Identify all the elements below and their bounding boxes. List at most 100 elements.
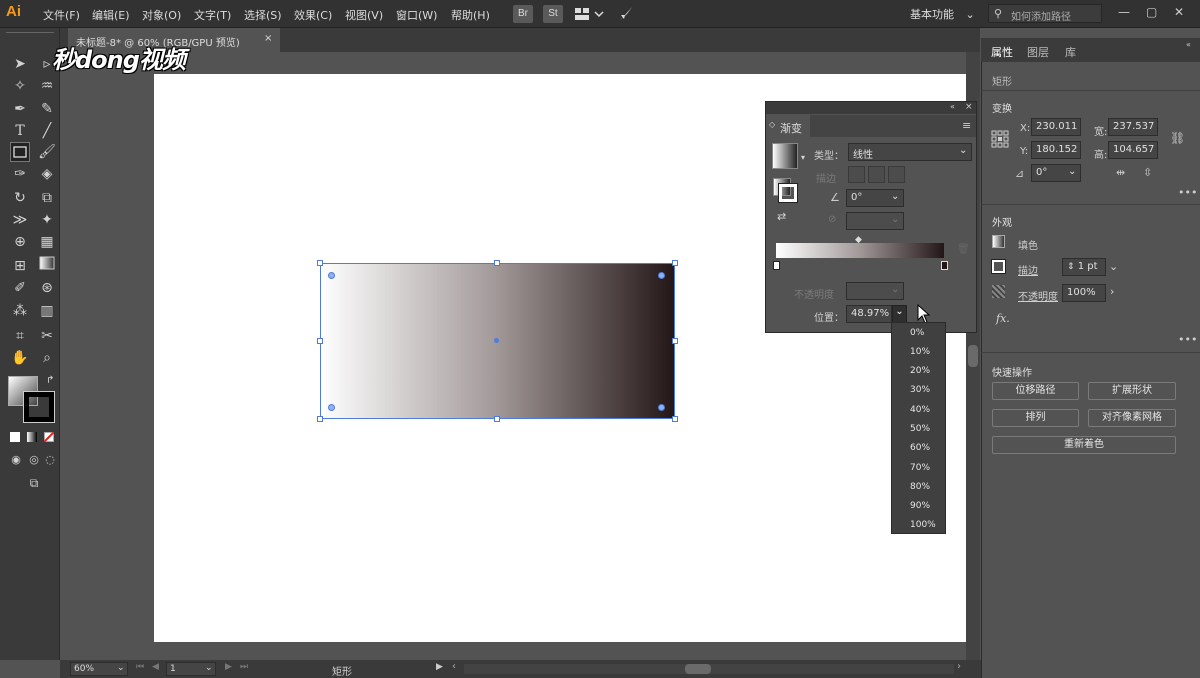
hand-tool-icon[interactable]: ✋ [10,348,30,368]
shape-builder-tool-icon[interactable]: ⊕ [10,232,30,252]
width-tool-icon[interactable]: ≫ [10,210,30,230]
type-select[interactable]: 线性 ⌄ [848,143,972,161]
mesh-tool-icon[interactable]: ⊞ [10,256,30,276]
recolor-button[interactable]: 重新着色 [992,436,1176,454]
type-tool-icon[interactable]: T [10,121,30,141]
scroll-left-icon[interactable]: ‹ [452,661,456,672]
stroke-gradient-icon[interactable] [778,183,798,203]
fill-swatch-small[interactable] [992,235,1005,248]
expand-shape-button[interactable]: 扩展形状 [1088,382,1176,400]
gradient-mode-icon[interactable] [27,432,37,442]
more-options-icon[interactable]: ••• [1178,333,1197,346]
workspace-switcher[interactable]: 基本功能 ⌄ [910,6,975,22]
panel-menu-icon[interactable]: ≡ [962,119,971,132]
rotate-field[interactable]: 0° ⌄ [1031,164,1081,182]
eraser-tool-icon[interactable]: ◈ [37,164,57,184]
gradient-preview-swatch[interactable] [772,143,798,169]
column-graph-tool-icon[interactable]: ▥ [37,301,57,321]
minimize-icon[interactable]: — [1118,5,1130,19]
line-tool-icon[interactable]: ╱ [37,121,57,141]
location-dropdown-button[interactable]: ⌄ [892,305,907,323]
panel-header-bar[interactable]: « × [766,102,976,114]
flip-horizontal-icon[interactable]: ⇹ [1116,166,1125,179]
stroke-weight-field[interactable]: ⇕ 1 pt [1062,258,1106,276]
collapse-panel-icon[interactable]: « [950,102,955,111]
swap-fill-stroke-icon[interactable]: ↱ [46,375,54,386]
dropdown-option[interactable]: 10% [910,347,930,357]
tab-libraries[interactable]: 库 [1065,44,1076,60]
corner-widget-br[interactable] [658,404,665,411]
resize-handle-r[interactable] [672,338,678,344]
curvature-tool-icon[interactable]: ✎ [37,99,57,119]
collapse-panel-icon[interactable]: « [1186,40,1191,49]
dropdown-option[interactable]: 50% [910,424,930,434]
symbol-sprayer-tool-icon[interactable]: ⁂ [10,301,30,321]
width-field[interactable]: 237.537 [1108,118,1158,136]
flip-vertical-icon[interactable]: ⇳ [1143,166,1152,179]
zoom-field[interactable]: 60% ⌄ [70,662,128,676]
screen-mode-icon[interactable]: ⧉ [24,473,44,493]
close-panel-icon[interactable]: × [965,102,973,112]
gradient-tool-icon[interactable] [37,256,57,276]
angle-field[interactable]: 0° ⌄ [846,189,904,207]
fx-icon[interactable]: fx. [996,312,1010,325]
search-input[interactable]: ⚲ 如何添加路径 [988,4,1102,23]
rocket-icon[interactable] [617,5,635,23]
dropdown-option[interactable]: 30% [910,385,930,395]
corner-widget-tr[interactable] [658,272,665,279]
puppet-warp-tool-icon[interactable]: ✦ [37,210,57,230]
height-field[interactable]: 104.657 [1108,141,1158,159]
arrange-documents-icon[interactable] [574,6,604,22]
arrange-button[interactable]: 排列 [992,409,1079,427]
gradient-swatch-dropdown-icon[interactable]: ▾ [801,153,805,162]
pen-tool-icon[interactable]: ✒ [10,99,30,119]
status-menu-icon[interactable]: ▶ [436,662,443,672]
none-mode-icon[interactable] [44,432,54,442]
next-artboard-icon[interactable]: ▶ [225,662,232,672]
resize-handle-b[interactable] [494,416,500,422]
stroke-swatch[interactable] [23,391,55,423]
opacity-label[interactable]: 不透明度 [1018,288,1058,303]
constrain-proportions-icon[interactable]: ⛓ [1170,131,1185,145]
resize-handle-br[interactable] [672,416,678,422]
corner-widget-bl[interactable] [328,404,335,411]
dropdown-option[interactable]: 0% [910,328,924,338]
align-to-pixel-grid-button[interactable]: 对齐像素网格 [1088,409,1176,427]
vertical-scroll-thumb[interactable] [968,345,978,367]
menu-object[interactable]: 对象(O) [142,7,181,23]
tab-properties[interactable]: 属性 [991,44,1013,60]
corner-widget-tl[interactable] [328,272,335,279]
menu-edit[interactable]: 编辑(E) [92,7,130,23]
shaper-tool-icon[interactable]: ✑ [10,164,30,184]
menu-effect[interactable]: 效果(C) [294,7,332,23]
chevron-down-icon[interactable]: ⌄ [1109,260,1118,273]
blend-tool-icon[interactable]: ⊛ [37,278,57,298]
close-icon[interactable]: ✕ [1174,5,1184,19]
magic-wand-tool-icon[interactable]: ✧ [10,76,30,96]
tab-close-icon[interactable]: × [264,33,272,44]
resize-handle-bl[interactable] [317,416,323,422]
scroll-right-icon[interactable]: › [957,661,961,672]
dropdown-option[interactable]: 100% [910,520,936,530]
reverse-gradient-icon[interactable]: ⇄ [777,210,786,223]
resize-handle-l[interactable] [317,338,323,344]
menu-file[interactable]: 文件(F) [43,7,80,23]
rectangle-tool-icon[interactable] [10,142,30,162]
artboard-number-field[interactable]: 1 ⌄ [166,662,216,676]
selection-tool-icon[interactable]: ➤ [10,54,30,74]
color-stop-left[interactable] [773,261,780,270]
dropdown-option[interactable]: 90% [910,501,930,511]
menu-window[interactable]: 窗口(W) [396,7,437,23]
scale-tool-icon[interactable]: ⧉ [37,188,57,208]
eyedropper-tool-icon[interactable]: ✐ [10,278,30,298]
stock-button[interactable]: St [543,5,563,23]
menu-view[interactable]: 视图(V) [345,7,383,23]
stepper-icon[interactable]: ⇕ [1067,262,1075,272]
draw-normal-icon[interactable]: ◉ [6,450,26,470]
dropdown-option[interactable]: 40% [910,405,930,415]
stroke-label[interactable]: 描边 [1018,262,1038,277]
perspective-grid-tool-icon[interactable]: ▦ [37,232,57,252]
dropdown-option[interactable]: 80% [910,482,930,492]
opacity-field[interactable]: 100% [1062,284,1106,302]
horizontal-scroll-thumb[interactable] [685,664,711,674]
